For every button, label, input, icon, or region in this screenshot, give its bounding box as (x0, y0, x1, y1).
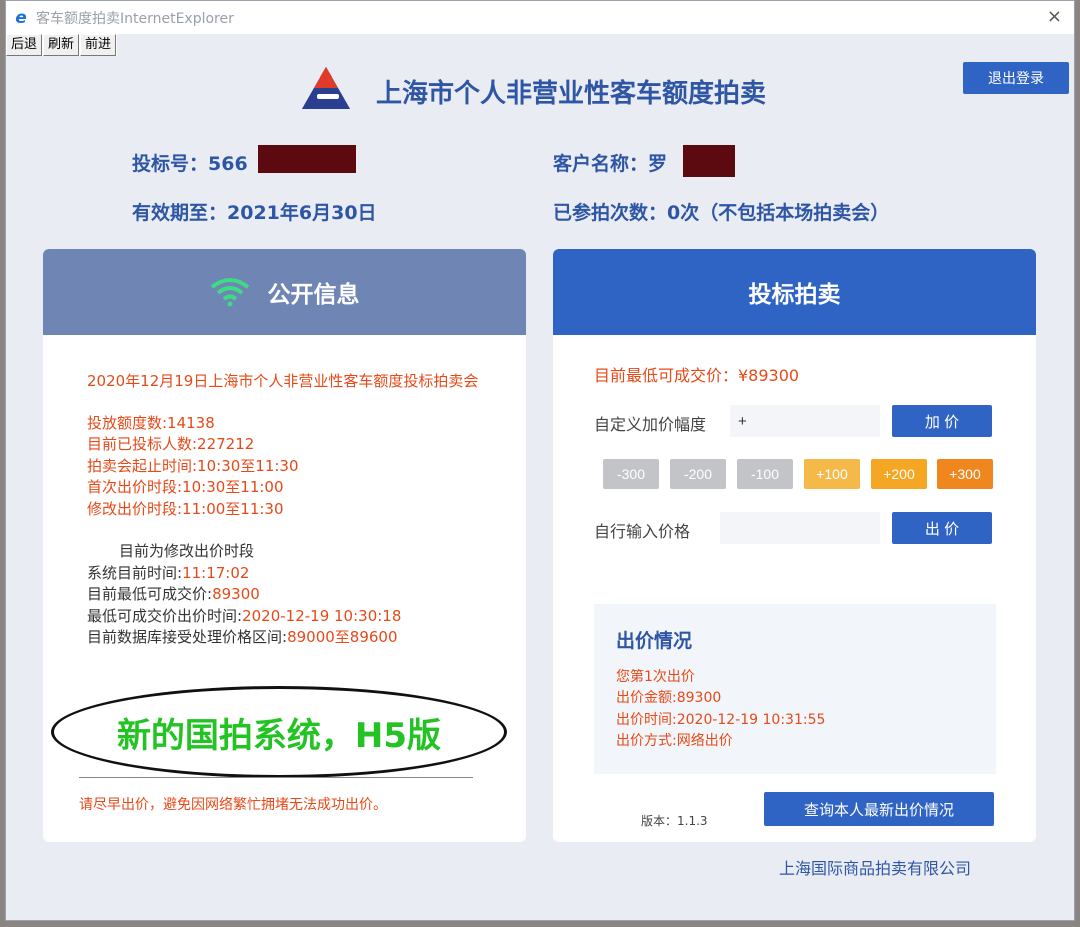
info-line-bidders: 目前已投标人数:227212 (87, 435, 255, 453)
status-label: 目前最低可成交价: (87, 585, 213, 603)
public-info-header: 公开信息 (43, 249, 526, 335)
close-icon[interactable]: × (1047, 6, 1062, 27)
annotation-text: 新的国拍系统，H5版 (116, 715, 442, 756)
back-button[interactable]: 后退 (6, 34, 43, 56)
step-minus-100-button[interactable]: -100 (737, 459, 793, 489)
query-bid-button[interactable]: 查询本人最新出价情况 (764, 792, 994, 826)
client-name: 客户名称：罗 (553, 149, 667, 176)
info-line-modify-bid: 修改出价时段:11:00至11:30 (87, 500, 284, 518)
nav-toolbar: 后退 刷新 前进 (6, 34, 118, 56)
add-price-button[interactable]: 加 价 (892, 405, 992, 437)
bidding-title: 投标拍卖 (748, 282, 841, 308)
status-label: 最低可成交价出价时间: (87, 607, 243, 625)
ie-browser-icon: e (15, 7, 27, 28)
bidding-panel: 投标拍卖 目前最低可成交价：¥89300 自定义加价幅度 加 价 -300 -2… (553, 249, 1036, 842)
redaction-block (683, 145, 735, 177)
info-line-first-bid: 首次出价时段:10:30至11:00 (87, 478, 284, 496)
bid-record-time: 出价时间:2020-12-19 10:31:55 (616, 712, 826, 728)
status-value: 89000至89600 (287, 628, 398, 646)
company-name: 上海国际商品拍卖有限公司 (779, 859, 972, 878)
phase-text: 目前为修改出价时段 (119, 542, 255, 560)
info-line-quota: 投放额度数:14138 (87, 414, 215, 432)
browser-window: e 客车额度拍卖InternetExplorer × 后退 刷新 前进 上海市个… (5, 0, 1075, 921)
bid-number-value: 566 (208, 153, 248, 175)
bid-record-title: 出价情况 (616, 630, 693, 652)
custom-increment-input[interactable] (730, 405, 880, 437)
bid-number: 投标号：566 (132, 149, 248, 176)
bid-record-box: 出价情况 您第1次出价 出价金额:89300 出价时间:2020-12-19 1… (594, 604, 996, 774)
step-minus-200-button[interactable]: -200 (670, 459, 726, 489)
bidding-header: 投标拍卖 (553, 249, 1036, 335)
bid-number-label: 投标号： (132, 153, 209, 175)
warning-text: 请尽早出价，避免因网络繁忙拥堵无法成功出价。 (79, 797, 387, 813)
status-line-time: 系统目前时间:11:17:02 (87, 563, 249, 584)
client-name-label: 客户名称： (553, 153, 649, 175)
bid-record-count: 您第1次出价 (616, 669, 695, 685)
status-line-price-time: 最低可成交价出价时间:2020-12-19 10:30:18 (87, 606, 401, 627)
submit-bid-button[interactable]: 出 价 (892, 512, 992, 544)
page-content: 上海市个人非营业性客车额度拍卖 退出登录 投标号：566 有效期至：2021年6… (6, 57, 1074, 919)
public-info-panel: 公开信息 2020年12月19日上海市个人非营业性客车额度投标拍卖会 投放额度数… (43, 249, 526, 842)
participation-count: 已参拍次数：0次（不包括本场拍卖会） (553, 202, 890, 224)
status-value: 11:17:02 (182, 564, 250, 582)
bid-record-method: 出价方式:网络出价 (616, 733, 733, 749)
status-label: 系统目前时间: (87, 564, 183, 582)
forward-button[interactable]: 前进 (80, 34, 117, 56)
page-title: 上海市个人非营业性客车额度拍卖 (376, 79, 767, 109)
step-plus-100-button[interactable]: +100 (804, 459, 860, 489)
info-line-period: 拍卖会起止时间:10:30至11:30 (87, 457, 299, 475)
status-value: 89300 (212, 585, 260, 603)
refresh-button[interactable]: 刷新 (43, 34, 80, 56)
step-plus-300-button[interactable]: +300 (937, 459, 993, 489)
public-info-title: 公开信息 (267, 282, 360, 308)
auction-name: 2020年12月19日上海市个人非营业性客车额度投标拍卖会 (87, 372, 479, 390)
status-line-lowest-price: 目前最低可成交价:89300 (87, 584, 260, 605)
status-value: 2020-12-19 10:30:18 (242, 607, 402, 625)
annotation-oval: 新的国拍系统，H5版 (51, 686, 507, 778)
client-name-value: 罗 (648, 153, 668, 175)
valid-until: 有效期至：2021年6月30日 (132, 202, 377, 224)
divider (79, 777, 473, 778)
wifi-icon (210, 278, 249, 307)
version-text: 版本：1.1.3 (641, 814, 708, 828)
manual-price-label: 自行输入价格 (594, 522, 691, 541)
bid-record-amount: 出价金额:89300 (616, 690, 722, 706)
window-title: 客车额度拍卖InternetExplorer (36, 10, 234, 27)
manual-price-input[interactable] (720, 512, 880, 544)
lowest-price-text: 目前最低可成交价：¥89300 (594, 366, 800, 385)
auction-logo-icon (302, 67, 350, 109)
custom-increment-label: 自定义加价幅度 (594, 415, 707, 434)
step-minus-300-button[interactable]: -300 (603, 459, 659, 489)
title-bar: e 客车额度拍卖InternetExplorer × (6, 1, 1074, 34)
status-label: 目前数据库接受处理价格区间: (87, 628, 288, 646)
status-line-price-range: 目前数据库接受处理价格区间:89000至89600 (87, 627, 398, 648)
redaction-block (258, 145, 356, 173)
step-plus-200-button[interactable]: +200 (871, 459, 927, 489)
logout-button[interactable]: 退出登录 (963, 62, 1069, 94)
